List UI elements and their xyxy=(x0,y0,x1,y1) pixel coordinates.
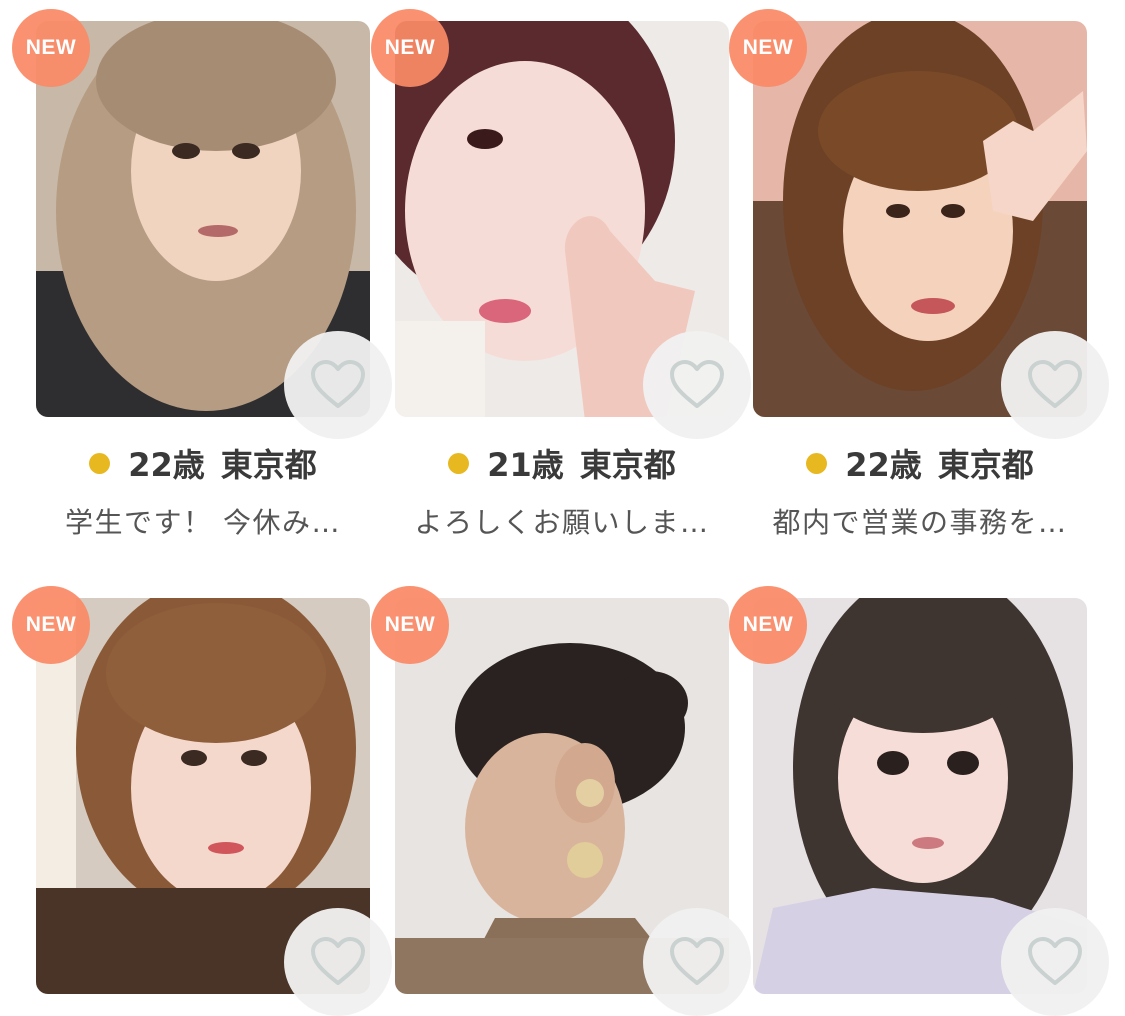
profile-photo[interactable]: NEW xyxy=(371,9,751,439)
profile-message: 学生です！ 今休み… xyxy=(65,506,341,539)
profile-prefecture: 東京都 xyxy=(937,446,1034,484)
profile-photo[interactable]: NEW xyxy=(12,9,392,439)
new-badge: NEW xyxy=(371,9,449,87)
new-badge: NEW xyxy=(371,586,449,664)
heart-outline-icon xyxy=(1028,360,1082,408)
online-status-dot xyxy=(448,452,470,474)
new-badge: NEW xyxy=(729,9,807,87)
profile-info: 22歳 東京都 学生です！ 今休み… xyxy=(36,441,370,541)
online-status-dot xyxy=(89,452,111,474)
heart-outline-icon xyxy=(670,360,724,408)
profile-card[interactable]: NEW xyxy=(12,586,392,1016)
like-button[interactable] xyxy=(1001,908,1109,1016)
profile-photo[interactable]: NEW xyxy=(12,586,392,1016)
like-button[interactable] xyxy=(643,331,751,439)
profile-photo[interactable]: NEW xyxy=(371,586,751,1016)
profile-message: 都内で営業の事務を… xyxy=(772,506,1068,539)
heart-outline-icon xyxy=(311,937,365,985)
profile-card[interactable]: NEW 22歳 東京都 学生です！ 今休み… xyxy=(12,9,392,541)
profile-age: 22歳 xyxy=(128,446,205,484)
profile-card[interactable]: NEW 21歳 東京都 よろしくお願いしま… xyxy=(371,9,751,541)
new-badge: NEW xyxy=(729,586,807,664)
profile-photo[interactable]: NEW xyxy=(729,9,1109,439)
new-badge: NEW xyxy=(12,586,90,664)
profile-grid: NEW 22歳 東京都 学生です！ 今休み… NEW 21歳 東京都 よろしくお… xyxy=(0,0,1125,1016)
heart-outline-icon xyxy=(670,937,724,985)
new-badge: NEW xyxy=(12,9,90,87)
like-button[interactable] xyxy=(1001,331,1109,439)
like-button[interactable] xyxy=(284,331,392,439)
heart-outline-icon xyxy=(311,360,365,408)
profile-message: よろしくお願いしま… xyxy=(414,506,710,539)
like-button[interactable] xyxy=(643,908,751,1016)
profile-age: 22歳 xyxy=(845,446,922,484)
profile-age: 21歳 xyxy=(487,446,564,484)
like-button[interactable] xyxy=(284,908,392,1016)
profile-info: 21歳 東京都 よろしくお願いしま… xyxy=(395,441,729,541)
profile-card[interactable]: NEW 22歳 東京都 都内で営業の事務を… xyxy=(729,9,1109,541)
profile-prefecture: 東京都 xyxy=(220,446,317,484)
profile-card[interactable]: NEW xyxy=(729,586,1109,1016)
profile-card[interactable]: NEW xyxy=(371,586,751,1016)
online-status-dot xyxy=(806,452,828,474)
profile-prefecture: 東京都 xyxy=(579,446,676,484)
profile-info: 22歳 東京都 都内で営業の事務を… xyxy=(753,441,1087,541)
profile-photo[interactable]: NEW xyxy=(729,586,1109,1016)
heart-outline-icon xyxy=(1028,937,1082,985)
